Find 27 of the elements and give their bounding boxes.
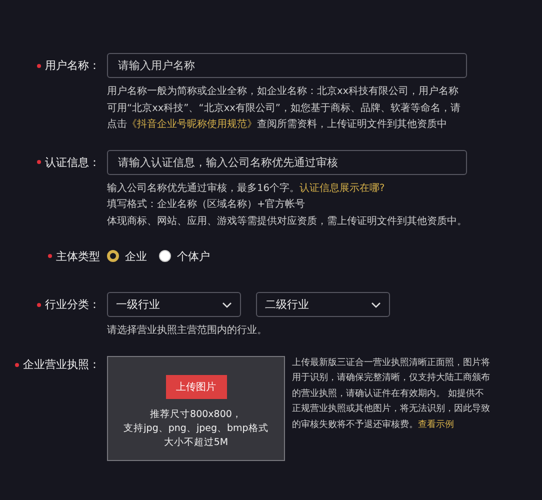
field-label: 用户名称： [45,58,100,73]
chevron-down-icon [222,302,232,308]
text-input[interactable]: 请输入用户名称 [107,53,467,78]
text-input[interactable]: 请输入认证信息，输入公司名称优先通过审核 [107,150,467,174]
upload-area[interactable]: 上传图片 推荐尺寸800x800， 支持jpg、png、jpeg、bmp格式 大小不超过5M [107,356,285,460]
help-text: 请选择营业执照主营范围内的行业。 [107,324,268,338]
help-link[interactable]: 《抖音企业号昵称使用规范》 [127,119,257,130]
upload-hint: 大小不超过5M [164,436,228,450]
field-label: 认证信息： [45,154,100,170]
radio-option[interactable]: 个体户 [159,248,210,264]
dropdown-select[interactable]: 二级行业 [256,292,390,317]
upload-hint: 支持jpg、png、jpeg、bmp格式 [124,422,268,436]
field-label: 行业分类： [45,297,100,312]
help-text: 上传最新版三证合一营业执照清晰正面照，图片将用于识别，请确保完整清晰，仅支持大陆工商颁布的营业执照，请确认证件在有效期内。 如提供不正规营业执照或其他图片，将无法识别，因此导致的审核失败将不予退还审核费。查看示例 [292,356,491,432]
field-label: 主体类型 [56,248,100,264]
field-label: 企业营业执照： [23,357,100,372]
upload-hint: 推荐尺寸800x800， [150,408,242,422]
help-text: 输入公司名称优先通过审核，最多16个字。认证信息展示在哪? [107,182,386,196]
help-link[interactable]: 查看示例 [418,420,454,430]
help-text: 填写格式：企业名称（区域名称）+官方帐号 [107,198,306,212]
help-text: 用户名称一般为简称或企业全称，如企业名称：北京xx科技有限公司，用户名称可用“北京xx科技”、“北京xx有限公司”，如您基于商标、品牌、软著等命名，请点击《抖音企业号昵称使用规范》查阅所需资料，上传证明文件到其他资质中 [107,84,462,132]
help-link[interactable]: 认证信息展示在哪? [299,182,385,194]
chevron-down-icon [371,302,381,308]
help-text: 体现商标、网站、应用、游戏等需提供对应资质，需上传证明文件到其他资质中。 [107,214,467,228]
upload-button[interactable]: 上传图片 [166,374,226,398]
radio-option[interactable]: 企业 [107,248,147,264]
dropdown-select[interactable]: 一级行业 [107,292,241,317]
